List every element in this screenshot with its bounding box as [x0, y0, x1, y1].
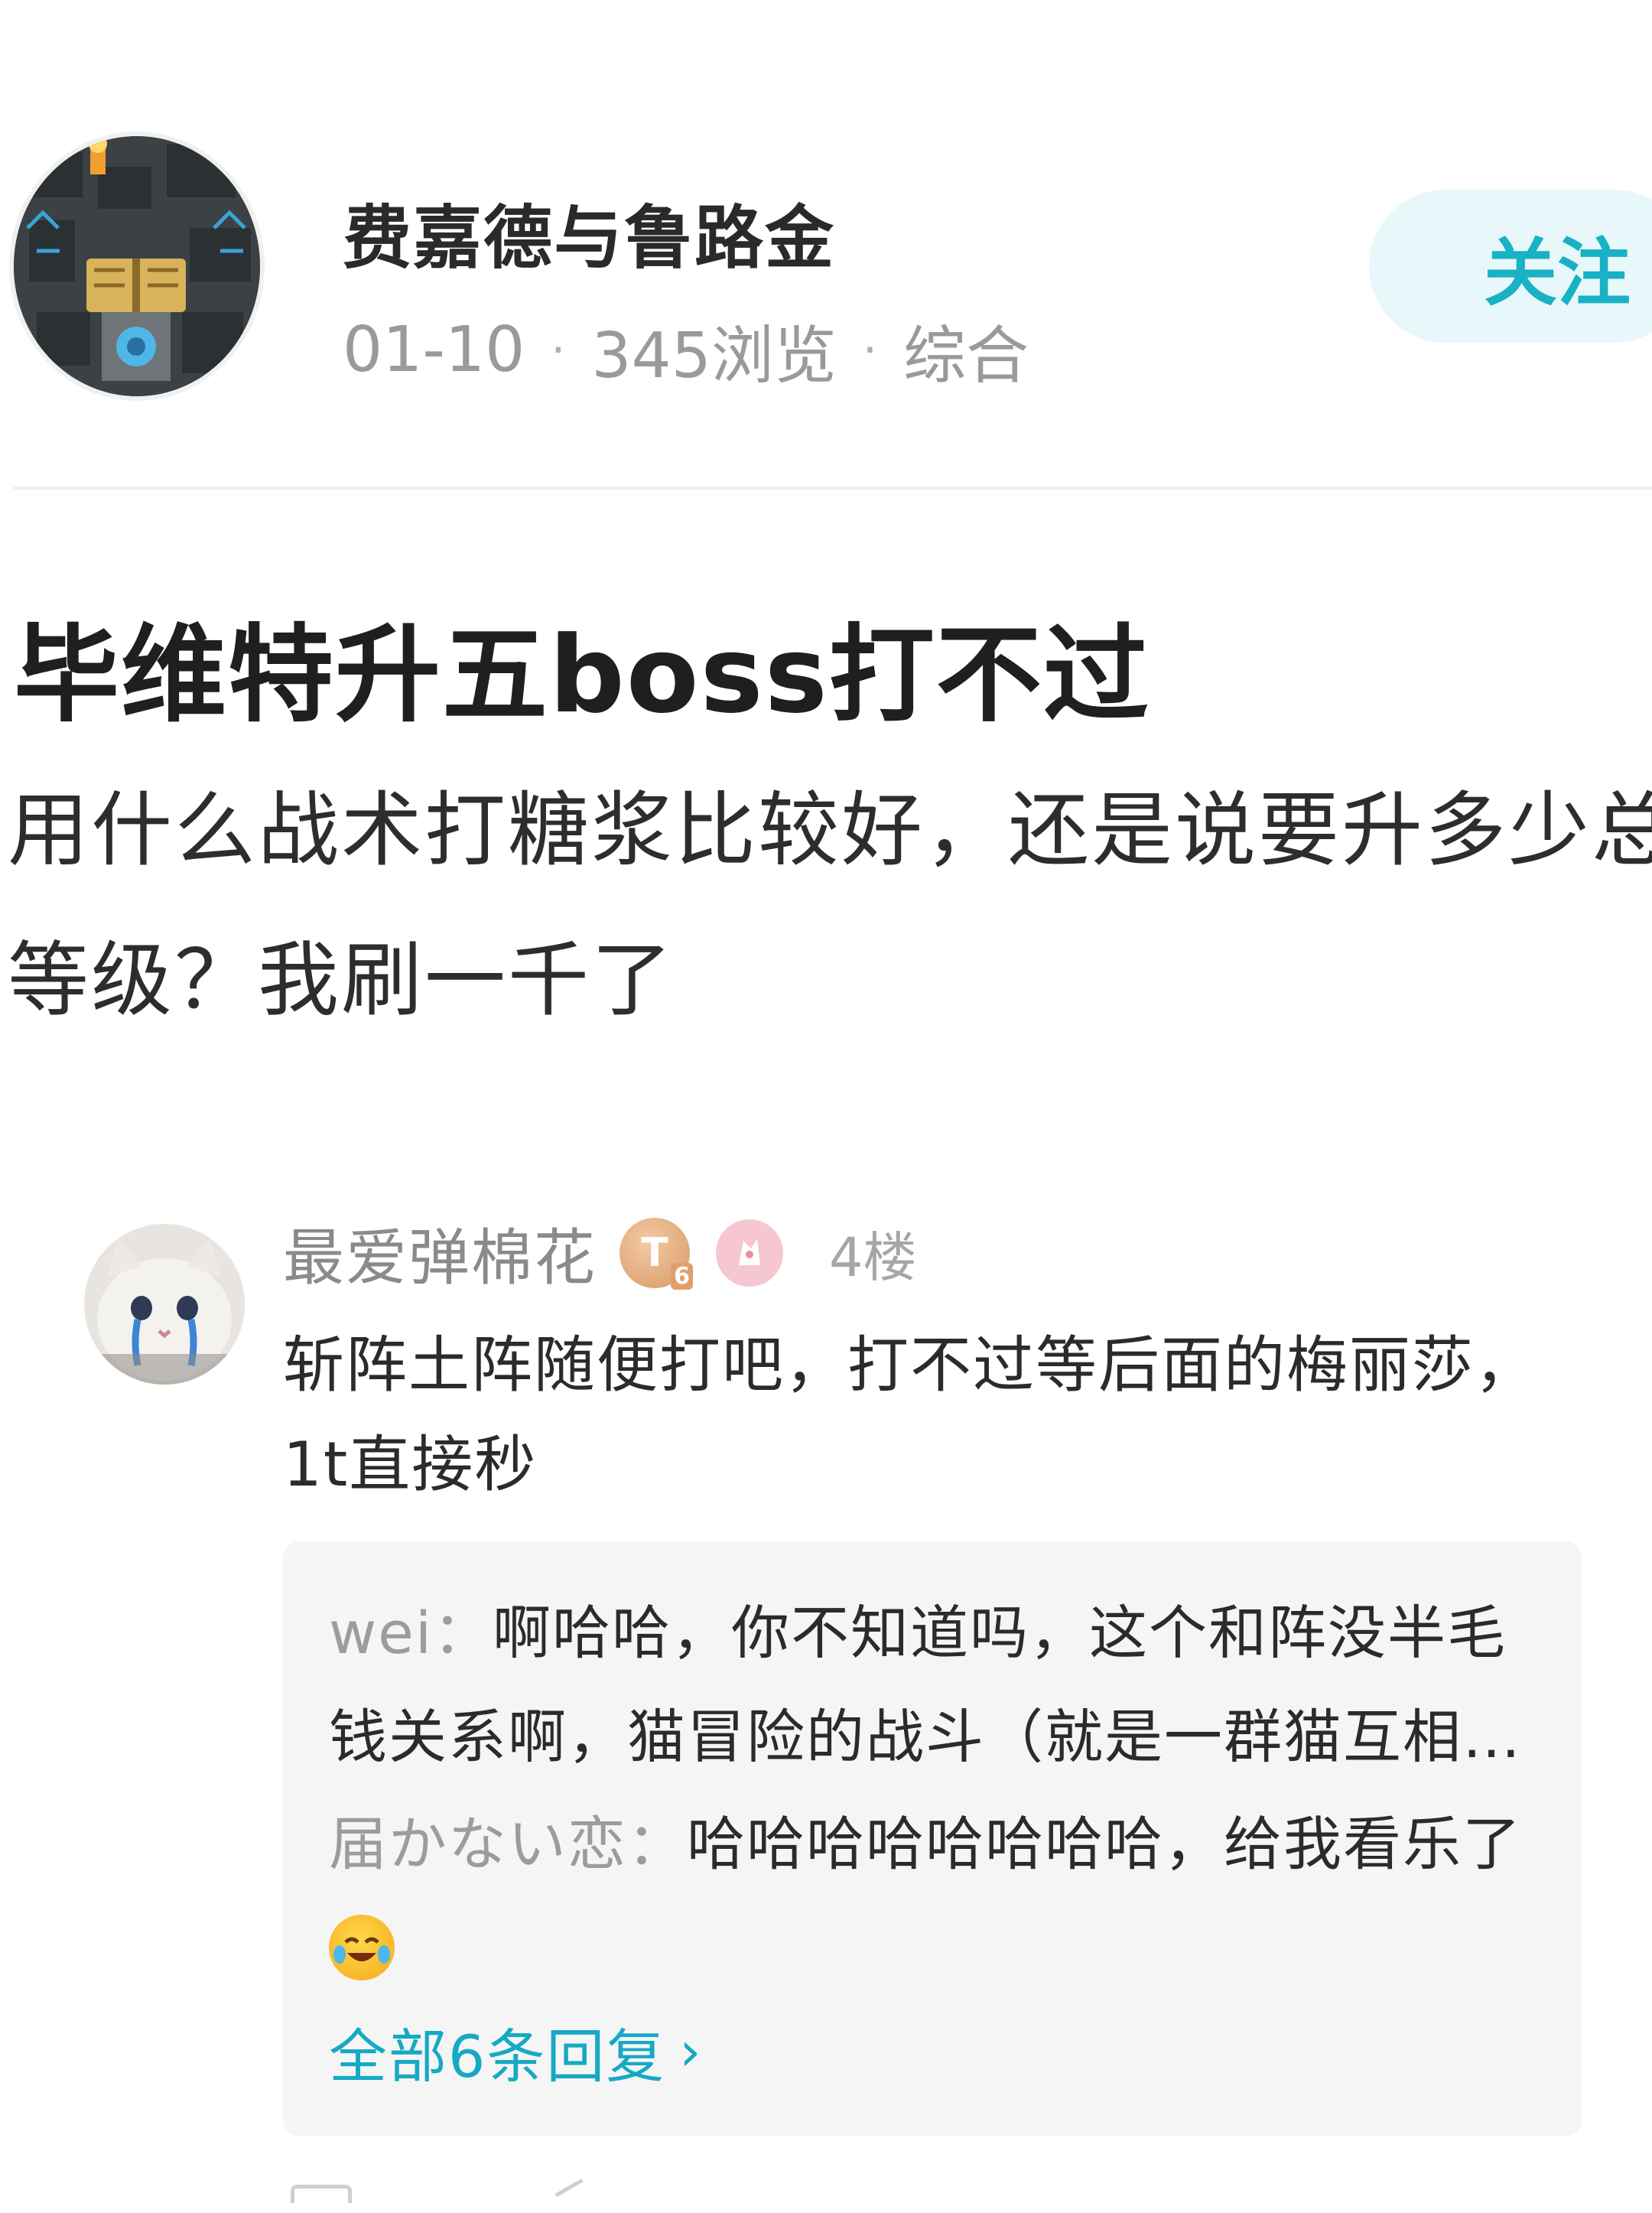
reply-colon: ： — [433, 1599, 493, 1667]
replies-box[interactable]: wei：啊哈哈，你不知道吗，这个和阵没半毛钱关系啊，猫冒险的战斗（就是一群猫互相… — [283, 1541, 1582, 2137]
header-divider — [14, 487, 1652, 490]
reply-colon: ： — [627, 1810, 687, 1878]
level-badge-icon: T 6 — [620, 1218, 693, 1290]
commenter-avatar[interactable] — [84, 1224, 245, 1385]
post-meta: 01-10 · 345浏览 · 综合 — [343, 304, 1029, 395]
reply-text: 哈哈哈哈哈哈哈哈，给我看乐了 — [687, 1810, 1522, 1878]
post-body-line: 等级？我刷一千了 — [8, 933, 675, 1027]
view-count: 345浏览 — [591, 320, 837, 392]
post-title: 毕维特升五boss打不过 — [14, 613, 1150, 737]
reply-username[interactable]: 届かない恋 — [329, 1810, 627, 1878]
commenter-row: 最爱弹棉花 T 6 4楼 — [283, 1209, 917, 1297]
floor-number: 4楼 — [829, 1225, 917, 1289]
cat-medal-icon — [739, 1239, 760, 1265]
post-date: 01-10 — [343, 314, 525, 386]
level-badge-letter: T — [641, 1230, 668, 1276]
view-all-replies-label: 全部6条回复 — [329, 2023, 666, 2091]
crying-cat-avatar-image — [84, 1224, 245, 1385]
post-category[interactable]: 综合 — [903, 304, 1029, 395]
follow-button-label: 关注 — [1484, 229, 1631, 316]
share-icon[interactable] — [554, 2178, 593, 2213]
reply-icon[interactable] — [291, 2185, 352, 2203]
reply-item[interactable]: 届かない恋：哈哈哈哈哈哈哈哈，给我看乐了 — [329, 1792, 1553, 2000]
comment-text[interactable]: 斩阵土阵随便打吧，打不过等后面的梅丽莎，1t直接秒 — [283, 1316, 1583, 1515]
laughing-crying-emoji-icon — [329, 1915, 395, 1980]
author-name[interactable]: 费嘉德与鲁路金 — [343, 182, 835, 282]
view-all-replies-link[interactable]: 全部6条回复 › — [329, 2010, 702, 2094]
chevron-right-icon: › — [679, 2020, 703, 2083]
follow-button[interactable]: 关注 — [1369, 190, 1652, 343]
dungeon-avatar-image — [14, 136, 260, 396]
reply-text: 啊哈哈，你不知道吗，这个和阵没半毛钱关系啊，猫冒险的战斗（就是一群猫互相殴打，只… — [329, 1599, 1522, 1771]
reply-username[interactable]: wei — [329, 1599, 433, 1667]
post-body-line: 用什么战术打糖浆比较好，还是说要升多少总 — [8, 783, 1652, 877]
author-avatar[interactable] — [14, 136, 260, 396]
meta-separator: · — [862, 323, 877, 377]
reply-item[interactable]: wei：啊哈哈，你不知道吗，这个和阵没半毛钱关系啊，猫冒险的战斗（就是一群猫互相… — [329, 1581, 1553, 1789]
medal-badge-icon — [716, 1219, 783, 1287]
post-body: 用什么战术打糖浆比较好，还是说要升多少总 等级？我刷一千了 — [8, 756, 1652, 1056]
meta-separator: · — [551, 323, 566, 377]
commenter-name[interactable]: 最爱弹棉花 — [283, 1209, 597, 1297]
level-badge-number: 6 — [671, 1263, 693, 1290]
